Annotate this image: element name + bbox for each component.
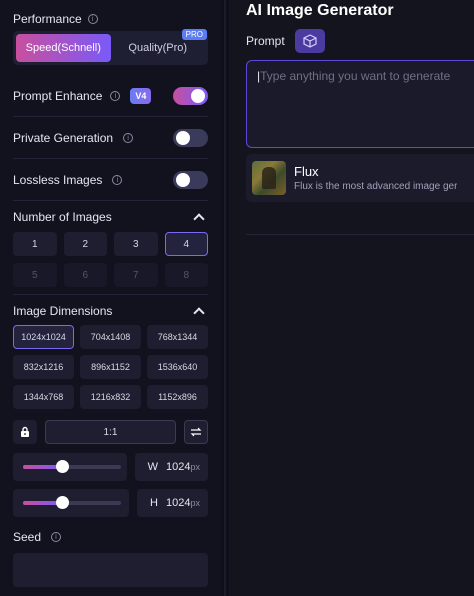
info-icon[interactable]: i	[112, 175, 123, 185]
count-option[interactable]: 1	[13, 232, 57, 256]
private-generation-toggle[interactable]	[173, 129, 208, 147]
slider-track	[23, 496, 121, 509]
width-value: 1024	[166, 461, 191, 473]
aspect-ratio-field[interactable]: 1:1	[45, 420, 176, 444]
quality-mode-label: Quality(Pro)	[128, 42, 188, 54]
number-of-images-header[interactable]: Number of Images	[13, 208, 208, 226]
lock-button[interactable]	[13, 420, 37, 444]
dimension-option[interactable]: 1152x896	[147, 385, 208, 409]
chevron-up-icon[interactable]	[193, 213, 205, 225]
divider	[13, 116, 208, 117]
generator-panel: AI Image Generator Prompt |Type anything…	[229, 0, 474, 596]
toggle-knob	[176, 131, 190, 145]
dimensions-grid: 1024x1024 704x1408 768x1344 832x1216 896…	[13, 325, 208, 409]
number-of-images-grid: 1 2 3 4 5 6 7 8	[13, 232, 208, 287]
prompt-label: Prompt	[246, 34, 285, 48]
prompt-input[interactable]: |Type anything you want to generate	[246, 60, 474, 148]
number-of-images-label: Number of Images	[13, 210, 112, 224]
slider-knob[interactable]	[56, 496, 69, 509]
model-description: Flux is the most advanced image ger	[294, 181, 458, 192]
dimension-option[interactable]: 1536x640	[147, 355, 208, 379]
aspect-ratio-row: 1:1	[13, 420, 208, 444]
panel-divider[interactable]	[221, 0, 229, 596]
prompt-enhance-row: Prompt Enhance i V4	[13, 86, 208, 106]
divider	[13, 158, 208, 159]
dimension-option[interactable]: 832x1216	[13, 355, 74, 379]
prompt-placeholder: Type anything you want to generate	[260, 69, 451, 83]
count-option-disabled: 7	[114, 263, 158, 287]
toggle-knob	[176, 173, 190, 187]
count-option-disabled: 6	[63, 263, 107, 287]
count-option-disabled: 8	[164, 263, 208, 287]
count-option-disabled: 5	[13, 263, 57, 287]
prompt-enhance-label: Prompt Enhance	[13, 89, 103, 103]
count-option[interactable]: 2	[63, 232, 107, 256]
width-field[interactable]: W 1024 px	[134, 453, 208, 481]
divider	[13, 200, 208, 201]
height-value: 1024	[166, 497, 191, 509]
model-name: Flux	[294, 164, 319, 179]
swap-button[interactable]	[184, 420, 208, 444]
lock-icon	[21, 426, 29, 437]
speed-mode-label: Speed(Schnell)	[25, 42, 101, 54]
dimension-option-selected[interactable]: 1024x1024	[13, 325, 74, 349]
dimension-option[interactable]: 768x1344	[147, 325, 208, 349]
swap-icon	[190, 427, 202, 437]
info-icon[interactable]: i	[110, 91, 121, 101]
slider-knob[interactable]	[56, 460, 69, 473]
count-option[interactable]: 3	[114, 232, 158, 256]
info-icon[interactable]: i	[123, 133, 134, 143]
height-field[interactable]: H 1024 px	[137, 489, 208, 517]
private-generation-row: Private Generation i	[13, 128, 208, 148]
speed-mode-button[interactable]: Speed(Schnell)	[16, 34, 111, 62]
page-title: AI Image Generator	[246, 2, 394, 19]
width-row: W 1024 px	[13, 453, 208, 481]
model-thumbnail	[252, 161, 286, 195]
prompt-enhance-toggle[interactable]	[173, 87, 208, 105]
height-row: H 1024 px	[13, 489, 208, 517]
seed-input[interactable]	[13, 553, 208, 587]
width-unit: px	[190, 462, 200, 472]
info-icon[interactable]: i	[87, 14, 98, 24]
dimension-option[interactable]: 704x1408	[80, 325, 141, 349]
prompt-tool-button[interactable]	[294, 29, 325, 53]
count-option-selected[interactable]: 4	[164, 232, 208, 256]
quality-mode-button[interactable]: Quality(Pro) PRO	[111, 29, 207, 62]
v4-badge: V4	[130, 88, 152, 104]
performance-label: Performance	[13, 12, 82, 26]
pro-badge: PRO	[181, 29, 207, 40]
prompt-header: Prompt	[246, 29, 325, 53]
dimension-option[interactable]: 896x1152	[80, 355, 141, 379]
settings-sidebar: Performance i Speed(Schnell) Quality(Pro…	[0, 0, 221, 596]
dimension-option[interactable]: 1216x832	[80, 385, 141, 409]
lossless-images-toggle[interactable]	[173, 171, 208, 189]
divider	[13, 294, 208, 295]
image-dimensions-header[interactable]: Image Dimensions	[13, 302, 208, 320]
dimension-option[interactable]: 1344x768	[13, 385, 74, 409]
performance-header: Performance i	[13, 12, 98, 26]
cube-icon	[303, 34, 317, 48]
slider-track	[23, 460, 121, 473]
lossless-images-label: Lossless Images	[13, 173, 103, 187]
image-dimensions-label: Image Dimensions	[13, 304, 113, 318]
model-info: Flux Flux is the most advanced image ger	[294, 164, 457, 192]
lossless-images-row: Lossless Images i	[13, 170, 208, 190]
scrollbar-track	[224, 0, 226, 596]
toggle-knob	[191, 89, 205, 103]
width-slider[interactable]	[13, 453, 127, 481]
chevron-up-icon[interactable]	[193, 307, 205, 319]
divider	[246, 234, 474, 235]
seed-label: Seed	[13, 530, 42, 544]
width-label: W	[147, 461, 158, 473]
height-label: H	[150, 497, 158, 509]
height-slider[interactable]	[13, 489, 130, 517]
performance-mode-switch: Speed(Schnell) Quality(Pro) PRO	[13, 29, 208, 65]
height-unit: px	[190, 498, 200, 508]
model-card-flux[interactable]: Flux Flux is the most advanced image ger	[246, 154, 474, 202]
seed-header: Seed i	[13, 530, 62, 544]
info-icon[interactable]: i	[51, 532, 62, 542]
private-generation-label: Private Generation	[13, 131, 114, 145]
